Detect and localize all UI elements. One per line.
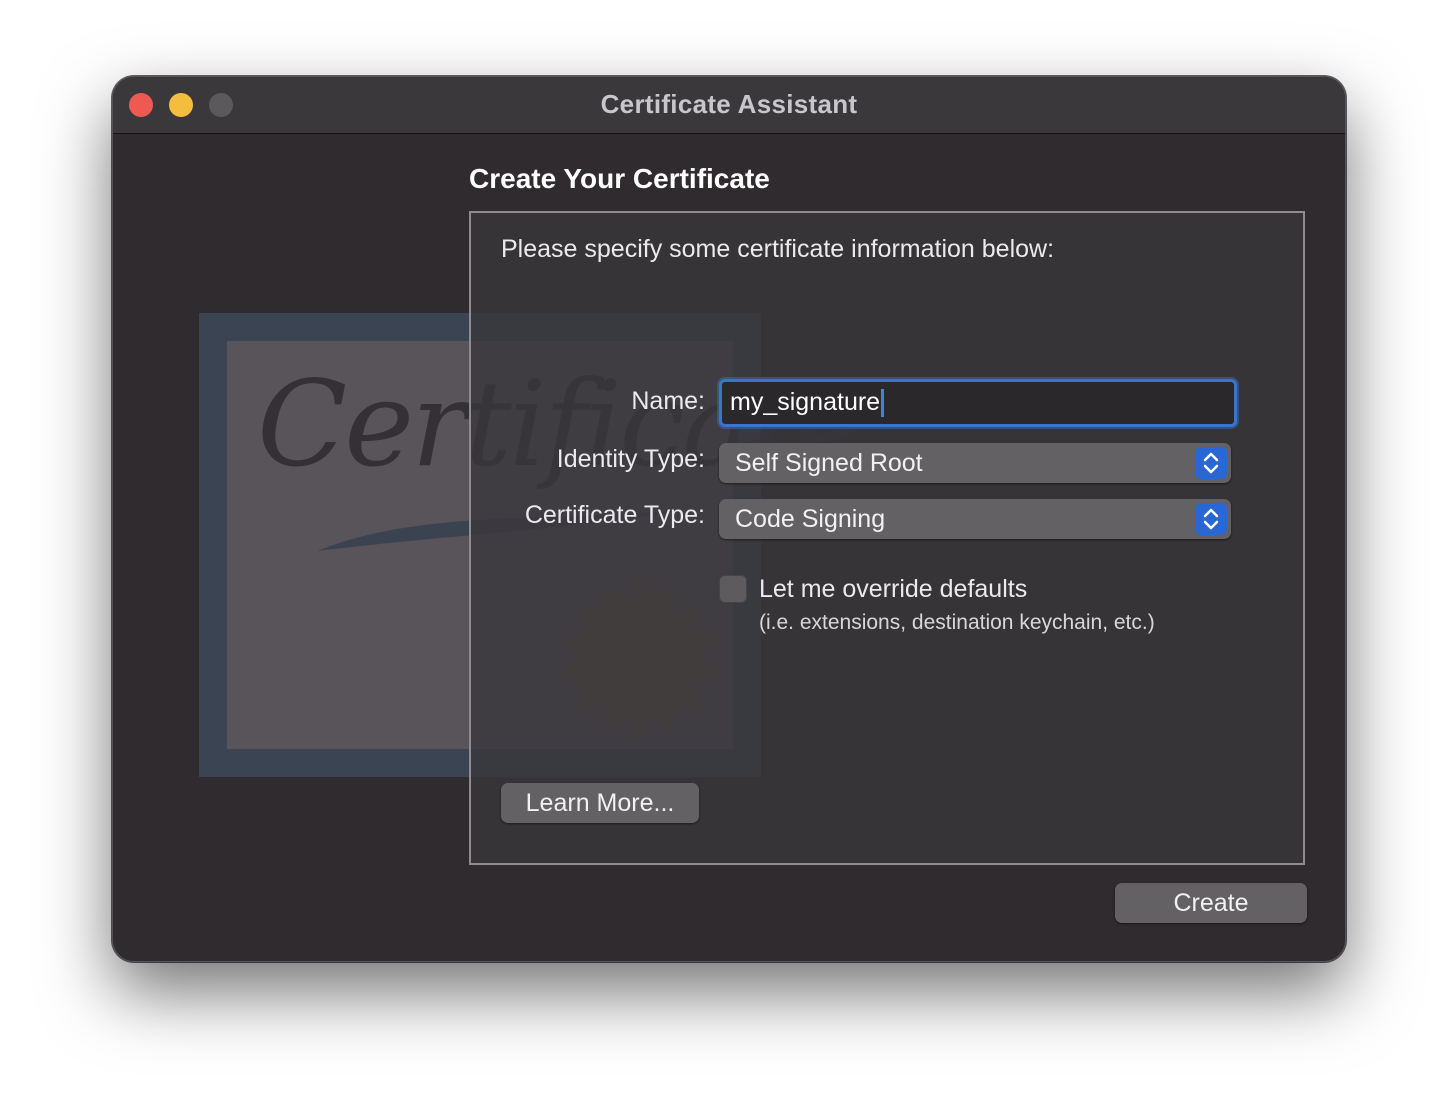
intro-text: Please specify some certificate informat… bbox=[501, 235, 1055, 263]
certificate-assistant-window: Certificate Assistant Certificate Create… bbox=[112, 76, 1346, 962]
identity-type-select[interactable]: Self Signed Root bbox=[719, 443, 1231, 483]
page-title: Create Your Certificate bbox=[469, 163, 770, 194]
name-field[interactable]: my_signature bbox=[719, 379, 1237, 427]
name-label: Name: bbox=[631, 387, 705, 415]
identity-type-label: Identity Type: bbox=[556, 445, 705, 473]
up-down-chevron-icon bbox=[1195, 447, 1227, 479]
learn-more-button[interactable]: Learn More... bbox=[501, 783, 699, 823]
certificate-type-value: Code Signing bbox=[735, 505, 886, 533]
create-button[interactable]: Create bbox=[1115, 883, 1307, 923]
certificate-type-select[interactable]: Code Signing bbox=[719, 499, 1231, 539]
override-defaults-hint: (i.e. extensions, destination keychain, … bbox=[759, 611, 1155, 634]
certificate-type-label: Certificate Type: bbox=[524, 501, 705, 529]
override-defaults-label[interactable]: Let me override defaults bbox=[759, 575, 1027, 604]
override-defaults-checkbox[interactable] bbox=[719, 575, 747, 603]
identity-type-value: Self Signed Root bbox=[735, 449, 923, 477]
window-title: Certificate Assistant bbox=[600, 89, 858, 119]
certificate-info-panel: Please specify some certificate informat… bbox=[469, 211, 1305, 865]
name-field-value: my_signature bbox=[730, 388, 881, 416]
text-caret bbox=[881, 389, 885, 418]
up-down-chevron-icon bbox=[1195, 503, 1227, 535]
title-bar: Certificate Assistant bbox=[113, 77, 1345, 134]
